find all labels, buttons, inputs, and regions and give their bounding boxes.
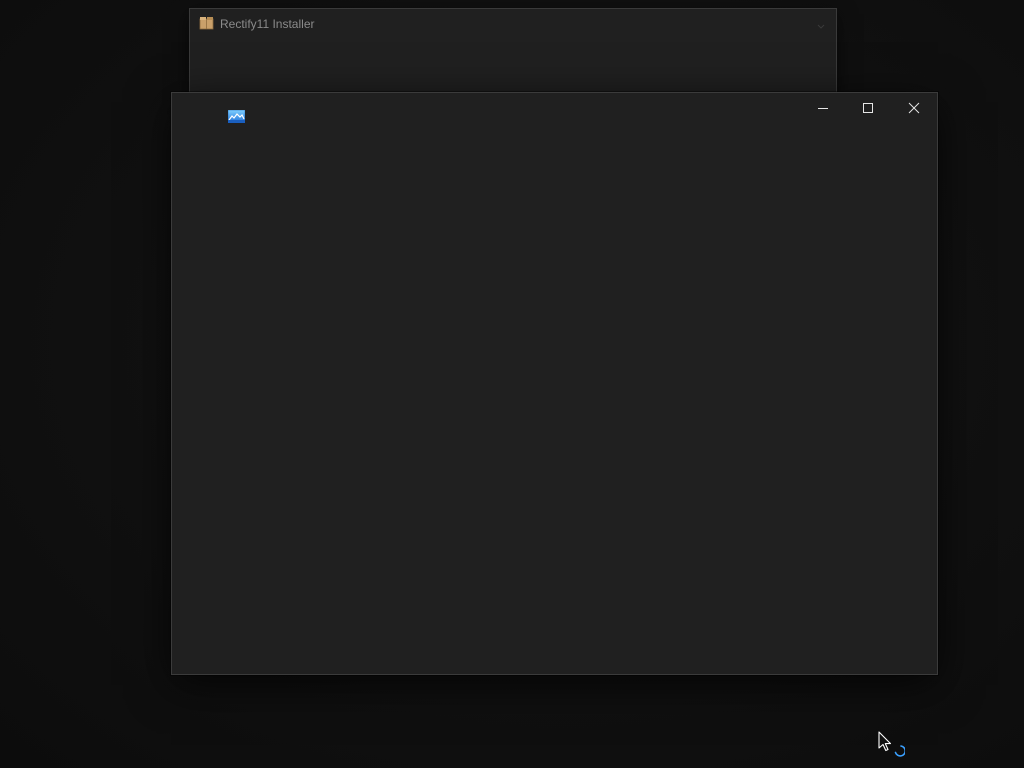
chevron-down-icon[interactable]	[816, 18, 826, 29]
maximize-button[interactable]	[845, 93, 891, 123]
main-window[interactable]	[171, 92, 938, 675]
installer-window[interactable]: Rectify11 Installer	[189, 8, 837, 102]
minimize-button[interactable]	[800, 93, 846, 123]
package-icon	[199, 16, 214, 30]
minimize-icon	[817, 102, 829, 114]
app-image-icon	[227, 109, 246, 124]
busy-arrow-cursor-icon	[877, 731, 907, 757]
installer-titlebar[interactable]: Rectify11 Installer	[190, 9, 836, 39]
window-content-area	[172, 123, 937, 674]
desktop: Rectify11 Installer	[0, 0, 1024, 768]
close-icon	[908, 102, 920, 114]
installer-window-title: Rectify11 Installer	[220, 17, 315, 31]
maximize-icon	[862, 102, 874, 114]
close-button[interactable]	[891, 93, 937, 123]
main-titlebar[interactable]	[172, 93, 937, 124]
